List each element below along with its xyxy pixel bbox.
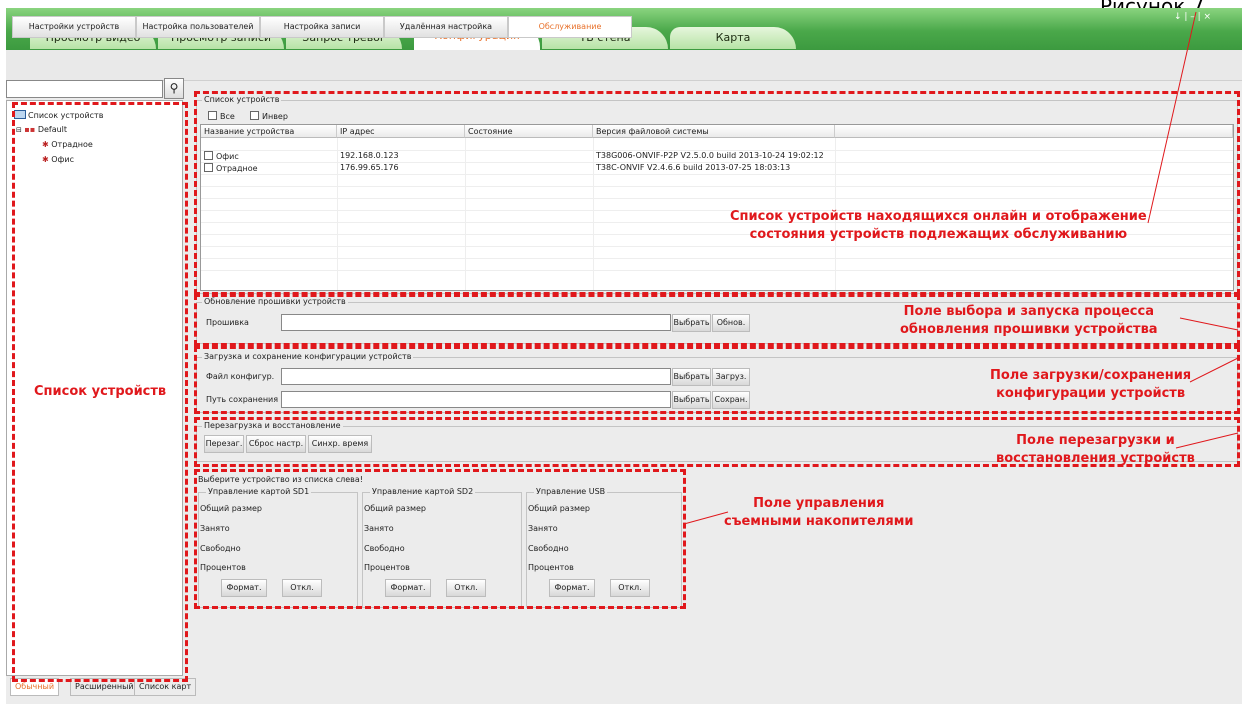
annotation-firmware: Поле выбора и запуска процесса обновлени… bbox=[900, 304, 1158, 337]
annotation-left: Список устройств bbox=[34, 384, 167, 399]
annotation-reboot: Поле перезагрузки и восстановления устро… bbox=[996, 433, 1195, 466]
annotation-config: Поле загрузки/сохранения конфигурации ус… bbox=[990, 368, 1192, 401]
annotation-leader-lines bbox=[683, 11, 1239, 525]
annotation-device-list: Список устройств находящихся онлайн и от… bbox=[730, 209, 1147, 242]
annotation-storage: Поле управления съемными накопителями bbox=[724, 496, 914, 529]
